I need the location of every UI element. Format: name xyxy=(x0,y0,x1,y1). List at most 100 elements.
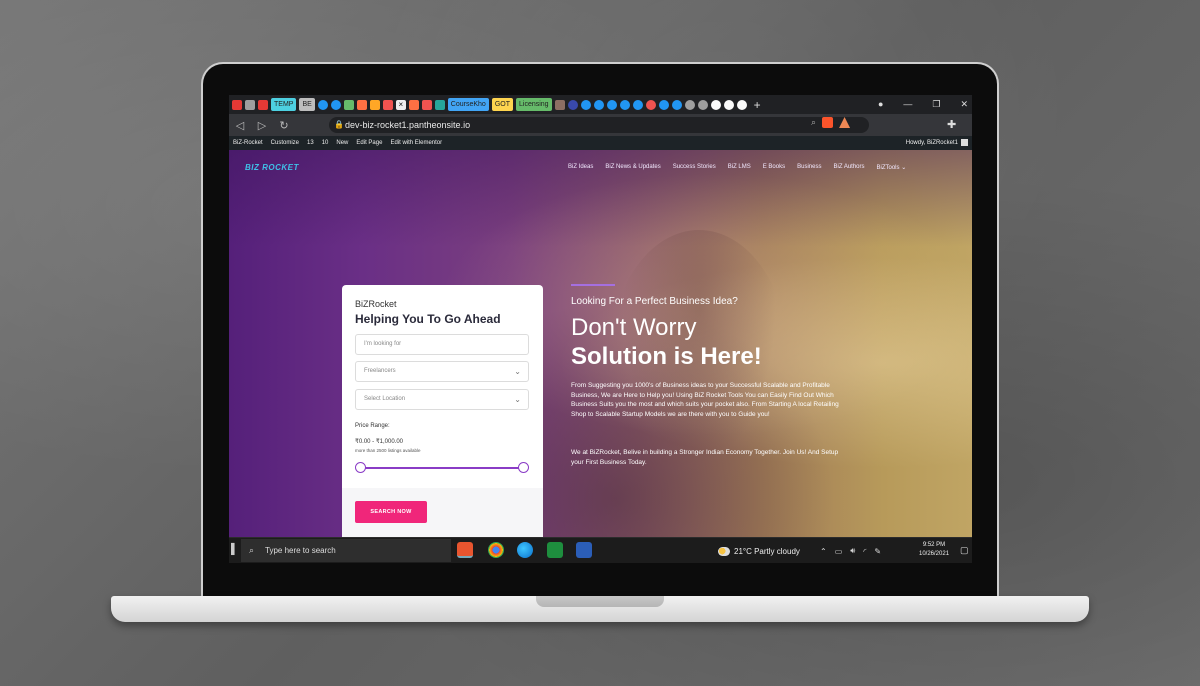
wordpress-tab-icon[interactable] xyxy=(580,99,591,110)
window-controls: ● — ❐ ✕ xyxy=(878,95,972,114)
menu-item-biz-tools[interactable]: BiZTools ⌄ xyxy=(877,164,907,171)
site-header: BIZ ROCKET BiZ Ideas BiZ News & Updates … xyxy=(229,150,972,184)
wp-edit-elementor[interactable]: Edit with Elementor xyxy=(390,140,442,146)
start-icon[interactable]: ▌ xyxy=(231,544,238,555)
wp-comments-count[interactable]: 10 xyxy=(322,140,329,146)
wp-howdy[interactable]: Howdy, BiZRocket1 xyxy=(906,140,958,146)
search-card: BiZRocket Helping You To Go Ahead I'm lo… xyxy=(342,285,543,537)
favicon-tab-icon[interactable] xyxy=(684,99,695,110)
chrome-app-icon[interactable] xyxy=(488,542,504,558)
favicon-tab-icon[interactable] xyxy=(697,99,708,110)
category-select[interactable]: Freelancers ⌄ xyxy=(355,361,529,382)
url-text: dev-biz-rocket1.pantheonsite.io xyxy=(345,120,471,130)
brave-app-icon[interactable] xyxy=(457,542,473,558)
wordpress-tab-icon[interactable] xyxy=(593,99,604,110)
taskbar-search[interactable]: ⌕ Type here to search xyxy=(241,539,451,562)
avatar[interactable] xyxy=(961,139,968,146)
tab-got[interactable]: GOT xyxy=(491,98,513,111)
book-tab-icon[interactable] xyxy=(554,99,565,110)
rocket-tab-icon[interactable] xyxy=(369,99,380,110)
site-logo[interactable]: BIZ ROCKET xyxy=(245,163,299,172)
wp-admin-bar: BiZ-Rocket Customize 13 10 New Edit Page… xyxy=(229,136,972,150)
wp-new[interactable]: New xyxy=(336,140,348,146)
menu-item-success-stories[interactable]: Success Stories xyxy=(673,164,716,171)
menu-item-e-books[interactable]: E Books xyxy=(763,164,785,171)
tab-licensing[interactable]: Licensing xyxy=(516,98,552,111)
notification-icon[interactable]: ▢ xyxy=(960,545,969,556)
wordpress-tab-icon[interactable] xyxy=(632,99,643,110)
back-icon[interactable]: ◁ xyxy=(229,119,251,132)
youtube-tab-icon[interactable] xyxy=(232,99,242,110)
wordpress-tab-icon[interactable] xyxy=(330,99,341,110)
search-button[interactable]: SEARCH NOW xyxy=(355,501,427,523)
triangle-tab-icon[interactable] xyxy=(434,99,445,110)
google-tab-icon[interactable] xyxy=(723,99,734,110)
wp-customize[interactable]: Customize xyxy=(271,140,299,146)
new-tab-button[interactable]: + xyxy=(754,98,761,112)
chevron-up-icon[interactable]: ⌃ xyxy=(820,547,827,556)
hero-tagline: Looking For a Perfect Business Idea? xyxy=(571,296,738,307)
battery-icon[interactable]: ▭ xyxy=(835,547,843,556)
wp-site-name[interactable]: BiZ-Rocket xyxy=(233,140,263,146)
hero-section: BIZ ROCKET BiZ Ideas BiZ News & Updates … xyxy=(229,150,972,537)
wordpress-tab-icon[interactable] xyxy=(606,99,617,110)
rocket-tab-icon[interactable] xyxy=(356,99,367,110)
rocket-tab-icon[interactable] xyxy=(382,99,393,110)
price-slider-min-handle[interactable] xyxy=(355,462,366,473)
globe-tab-icon[interactable] xyxy=(567,99,578,110)
weather-widget[interactable]: 21°C Partly cloudy xyxy=(718,538,800,563)
close-window-icon[interactable]: ✕ xyxy=(960,95,968,114)
restore-icon[interactable]: ❐ xyxy=(932,95,940,114)
profile-icon[interactable]: ● xyxy=(878,95,883,114)
price-slider-track[interactable] xyxy=(361,467,524,469)
accent-divider xyxy=(571,284,615,286)
address-actions: ⌕ xyxy=(811,117,851,128)
zoom-icon[interactable]: ⌕ xyxy=(811,117,816,128)
menu-item-biz-ideas[interactable]: BiZ Ideas xyxy=(568,164,593,171)
wordpress-tab-icon[interactable] xyxy=(671,99,682,110)
wordpress-tab-icon[interactable] xyxy=(317,99,328,110)
word-app-icon[interactable] xyxy=(576,542,592,558)
menu-item-biz-news[interactable]: BiZ News & Updates xyxy=(605,164,660,171)
youtube-tab-icon[interactable] xyxy=(258,99,268,110)
tab-coursekho[interactable]: CourseKho xyxy=(447,98,489,111)
wp-edit-page[interactable]: Edit Page xyxy=(356,140,382,146)
laptop-notch xyxy=(536,596,664,607)
menu-item-biz-lms[interactable]: BiZ LMS xyxy=(728,164,751,171)
chevron-down-icon: ⌄ xyxy=(514,367,521,376)
main-menu: BiZ Ideas BiZ News & Updates Success Sto… xyxy=(568,164,906,171)
wordpress-tab-icon[interactable] xyxy=(619,99,630,110)
reload-icon[interactable]: ↻ xyxy=(273,119,295,132)
location-select[interactable]: Select Location ⌄ xyxy=(355,389,529,410)
close-tab-icon[interactable]: × xyxy=(395,99,406,110)
forward-icon[interactable]: ▷ xyxy=(251,119,273,132)
google-tab-icon[interactable] xyxy=(710,99,721,110)
system-clock[interactable]: 9:52 PM 10/26/2021 xyxy=(919,541,949,559)
wp-updates-count[interactable]: 13 xyxy=(307,140,314,146)
rocket-tab-icon[interactable] xyxy=(343,99,354,110)
price-slider-max-handle[interactable] xyxy=(518,462,529,473)
menu-item-biz-authors[interactable]: BiZ Authors xyxy=(833,164,864,171)
volume-icon[interactable]: 🔊︎ xyxy=(850,546,855,556)
excel-app-icon[interactable] xyxy=(547,542,563,558)
tab-be[interactable]: BE xyxy=(299,98,315,111)
heart-tab-icon[interactable] xyxy=(645,99,656,110)
rocket-tab-icon[interactable] xyxy=(421,99,432,110)
keyword-input[interactable]: I'm looking for xyxy=(355,334,529,355)
menu-item-business[interactable]: Business xyxy=(797,164,821,171)
extensions-icon[interactable]: ✚ xyxy=(947,118,956,131)
hero-paragraph-2: We at BiZRocket, Belive in building a St… xyxy=(571,449,839,466)
google-tab-icon[interactable] xyxy=(736,99,747,110)
rocket-tab-icon[interactable] xyxy=(408,99,419,110)
tab-temp[interactable]: TEMP xyxy=(271,98,297,111)
brave-rewards-icon[interactable] xyxy=(839,117,851,128)
pen-icon[interactable]: ✎ xyxy=(874,547,881,556)
url-field[interactable]: 🔒 dev-biz-rocket1.pantheonsite.io xyxy=(329,117,869,133)
minimize-icon[interactable]: — xyxy=(903,95,912,114)
edge-app-icon[interactable] xyxy=(517,542,533,558)
wifi-icon[interactable]: ◜ xyxy=(863,547,866,556)
favicon-tab-icon[interactable] xyxy=(245,99,255,110)
wordpress-tab-icon[interactable] xyxy=(658,99,669,110)
brave-shield-icon[interactable] xyxy=(822,117,834,128)
location-select-value: Select Location xyxy=(364,396,406,402)
